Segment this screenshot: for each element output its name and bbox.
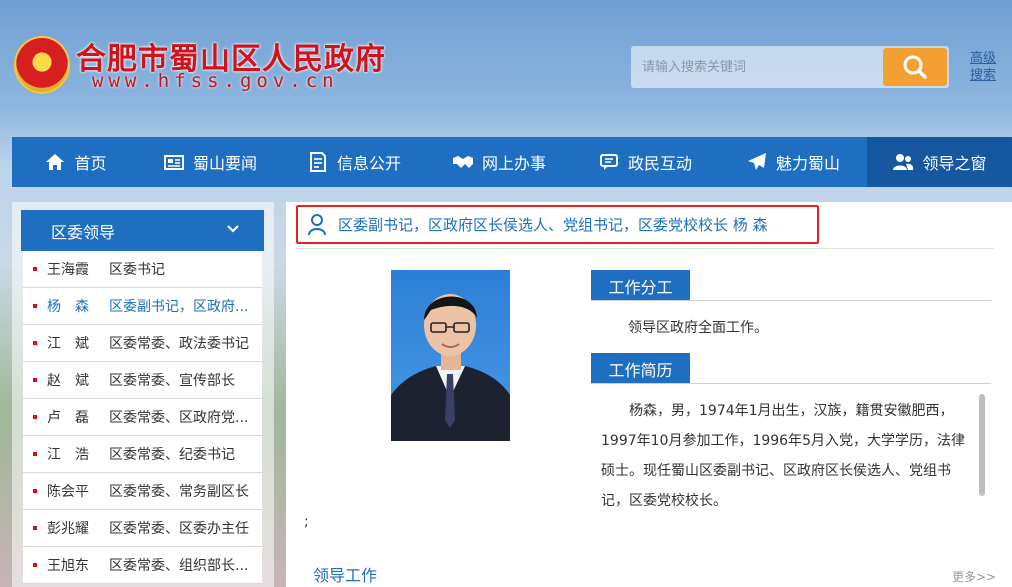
home-icon: [46, 154, 65, 170]
person-icon: [308, 213, 326, 235]
bullet: [33, 267, 37, 271]
leader-name: 江 浩: [47, 447, 89, 463]
bullet: [33, 415, 37, 419]
nav-item-interaction[interactable]: 政民互动: [571, 137, 719, 187]
leader-name: 王旭东: [47, 558, 89, 574]
bullet: [33, 526, 37, 530]
leader-name: 王海霞: [47, 262, 89, 278]
nav-item-label: 领导之窗: [922, 154, 987, 173]
chat-icon: [599, 154, 618, 170]
leader-name: 卢 磊: [47, 410, 89, 426]
newspaper-icon: [163, 155, 184, 170]
national-emblem-logo: ★: [14, 36, 70, 94]
nav-item-label: 信息公开: [336, 154, 401, 173]
leader-list-item[interactable]: 陈会平 区委常委、常务副区长: [23, 473, 262, 510]
leader-position: 区委常委、区委办主任: [109, 521, 249, 537]
more-link[interactable]: 更多>>: [952, 568, 996, 585]
search-input[interactable]: [631, 46, 881, 88]
leader-position: 区委常委、组织部长...: [109, 558, 249, 574]
document-icon: [309, 152, 326, 172]
bullet: [33, 304, 37, 308]
bullet: [33, 563, 37, 567]
sidebar: 区委领导 王海霞 区委书记 杨 森 区委副书记，区政府... 江 斌 区委常委、…: [12, 202, 274, 587]
divider: [296, 248, 994, 249]
leader-position: 区委常委、宣传部长: [109, 373, 235, 389]
nav-item-label: 蜀山要闻: [192, 154, 257, 173]
leader-list-item[interactable]: 江 浩 区委常委、纪委书记: [23, 436, 262, 473]
search-icon: [903, 55, 927, 79]
nav-item-label: 政民互动: [627, 154, 692, 173]
duty-text: 领导区政府全面工作。: [628, 320, 768, 336]
leader-list-item-active[interactable]: 杨 森 区委副书记，区政府...: [23, 288, 262, 325]
nav-item-label: 首页: [74, 154, 107, 173]
leader-name: 江 斌: [47, 336, 89, 352]
main-nav: 首页 蜀山要闻 信息公开 网上办事 政民互动 魅力蜀山 领导之窗: [12, 137, 1012, 187]
leader-title: 区委副书记，区政府区长侯选人、党组书记，区委党校校长 杨 森: [338, 216, 768, 234]
nav-item-online-services[interactable]: 网上办事: [427, 137, 571, 187]
advanced-search-link[interactable]: 高级 搜索: [966, 50, 1000, 84]
nav-item-leaders[interactable]: 领导之窗: [867, 137, 1012, 187]
leader-list-item[interactable]: 赵 斌 区委常委、宣传部长: [23, 362, 262, 399]
leader-detail-panel: 区委副书记，区政府区长侯选人、党组书记，区委党校校长 杨 森 工作分工 领导区政…: [286, 202, 1012, 587]
leader-list-item[interactable]: 江 斌 区委常委、政法委书记: [23, 325, 262, 362]
leader-position: 区委常委、常务副区长: [109, 484, 249, 500]
leader-name: 赵 斌: [47, 373, 89, 389]
sidebar-heading-label: 区委领导: [51, 222, 116, 242]
resume-scrollbar[interactable]: [979, 394, 985, 496]
leader-name: 陈会平: [47, 484, 89, 500]
search-button[interactable]: [883, 48, 947, 86]
leader-list-item[interactable]: 王旭东 区委常委、组织部长...: [23, 547, 262, 584]
leader-list: 王海霞 区委书记 杨 森 区委副书记，区政府... 江 斌 区委常委、政法委书记…: [23, 251, 262, 584]
nav-item-label: 网上办事: [481, 154, 546, 173]
nav-item-charm[interactable]: 魅力蜀山: [719, 137, 867, 187]
leader-position: 区委常委、纪委书记: [109, 447, 235, 463]
sidebar-heading[interactable]: 区委领导: [21, 210, 264, 251]
divider: [591, 383, 991, 384]
nav-item-news[interactable]: 蜀山要闻: [139, 137, 281, 187]
leader-list-item[interactable]: 王海霞 区委书记: [23, 251, 262, 288]
leader-title-bar: 区委副书记，区政府区长侯选人、党组书记，区委党校校长 杨 森: [296, 205, 819, 244]
search-box: [631, 46, 949, 88]
site-url: www.hfss.gov.cn: [92, 70, 339, 92]
advanced-search-label-line1: 高级: [969, 51, 996, 66]
chevron-down-icon: [227, 225, 239, 233]
users-icon: [893, 154, 914, 170]
leader-portrait-photo: [391, 270, 510, 441]
leader-position: 区委书记: [109, 262, 165, 278]
site-header: ★ 合肥市蜀山区人民政府 www.hfss.gov.cn 高级 搜索: [0, 0, 1012, 135]
leader-name: 彭兆耀: [47, 521, 89, 537]
leader-position: 区委副书记，区政府...: [109, 299, 249, 315]
divider: [591, 300, 991, 301]
leader-list-item[interactable]: 彭兆耀 区委常委、区委办主任: [23, 510, 262, 547]
duty-heading-tab: 工作分工: [591, 270, 690, 301]
resume-heading: 工作简历: [608, 360, 673, 380]
handshake-icon: [452, 156, 473, 168]
leader-name: 杨 森: [47, 299, 89, 315]
bullet: [33, 341, 37, 345]
bullet: [33, 489, 37, 493]
bullet: [33, 378, 37, 382]
duty-heading: 工作分工: [608, 277, 673, 297]
nav-item-label: 魅力蜀山: [775, 154, 840, 173]
resume-text: 杨森，男，1974年1月出生，汉族，籍贯安徽肥西，1997年10月参加工作，19…: [601, 403, 965, 509]
stray-text: ;: [304, 514, 309, 530]
resume-heading-tab: 工作简历: [591, 353, 690, 384]
portrait-illustration: [391, 294, 510, 441]
leader-position: 区委常委、区政府党...: [109, 410, 249, 426]
leader-work-link[interactable]: 领导工作: [313, 562, 377, 586]
advanced-search-label-line2: 搜索: [969, 68, 996, 83]
bullet: [33, 452, 37, 456]
leader-list-item[interactable]: 卢 磊 区委常委、区政府党...: [23, 399, 262, 436]
leader-position: 区委常委、政法委书记: [109, 336, 249, 352]
nav-item-home[interactable]: 首页: [12, 137, 139, 187]
nav-item-info-disclosure[interactable]: 信息公开: [281, 137, 427, 187]
paper-plane-icon: [747, 153, 766, 170]
